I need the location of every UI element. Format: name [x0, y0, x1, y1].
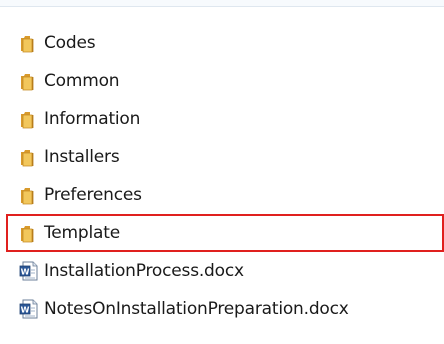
item-label: Information: [44, 109, 141, 129]
word-document-icon: W: [18, 298, 40, 320]
folder-icon: [18, 32, 40, 54]
folder-icon: [18, 146, 40, 168]
list-item-common[interactable]: Common: [14, 62, 444, 100]
list-item-installation-process[interactable]: W InstallationProcess.docx: [14, 252, 444, 290]
folder-icon: [18, 70, 40, 92]
top-edge: [0, 0, 444, 7]
svg-text:W: W: [21, 305, 30, 314]
folder-icon: [18, 184, 40, 206]
item-label: Template: [44, 223, 120, 243]
list-item-installers[interactable]: Installers: [14, 138, 444, 176]
list-item-preferences[interactable]: Preferences: [14, 176, 444, 214]
item-label: Codes: [44, 33, 96, 53]
item-label: Installers: [44, 147, 120, 167]
list-item-notes-on-installation-preparation[interactable]: W NotesOnInstallationPreparation.docx: [14, 290, 444, 328]
item-label: Common: [44, 71, 120, 91]
word-document-icon: W: [18, 260, 40, 282]
list-item-template[interactable]: Template: [6, 214, 444, 252]
item-label: InstallationProcess.docx: [44, 261, 244, 281]
list-item-information[interactable]: Information: [14, 100, 444, 138]
item-label: Preferences: [44, 185, 142, 205]
folder-icon: [18, 108, 40, 130]
svg-text:W: W: [21, 267, 30, 276]
folder-icon: [18, 222, 40, 244]
list-item-codes[interactable]: Codes: [14, 24, 444, 62]
item-label: NotesOnInstallationPreparation.docx: [44, 299, 349, 319]
file-list: Codes Common Information Installers Pref…: [6, 24, 444, 328]
